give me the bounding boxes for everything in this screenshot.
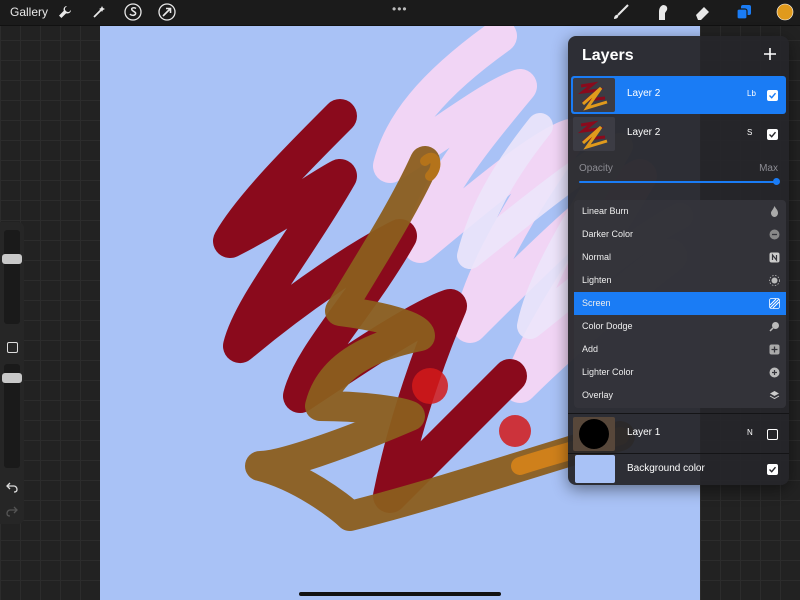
layer-thumbnail bbox=[573, 417, 615, 451]
drag-handle[interactable]: ••• bbox=[392, 2, 408, 16]
layer-blend-mode[interactable]: N bbox=[747, 428, 753, 437]
layer-blend-mode[interactable]: Lb bbox=[747, 89, 756, 98]
brush-size-knob[interactable] bbox=[2, 254, 22, 264]
blend-mode-item[interactable]: Darker Color bbox=[574, 223, 786, 246]
selection-icon[interactable] bbox=[124, 3, 142, 21]
blend-mode-item[interactable]: Linear Burn bbox=[574, 200, 786, 223]
layer-row[interactable]: Layer 2 Lb bbox=[571, 76, 786, 114]
blend-mode-item[interactable]: Lighten bbox=[574, 269, 786, 292]
sun-icon bbox=[769, 275, 780, 286]
blend-mode-label: Darker Color bbox=[582, 229, 634, 239]
blend-mode-item[interactable]: Lighter Color bbox=[574, 361, 786, 384]
layer-thumbnail bbox=[573, 78, 615, 112]
layers-icon[interactable] bbox=[735, 3, 753, 21]
top-toolbar: Gallery ••• bbox=[0, 0, 800, 26]
opacity-slider[interactable] bbox=[579, 181, 776, 183]
layer-name: Layer 2 bbox=[627, 127, 661, 138]
background-color-row[interactable]: Background color bbox=[571, 453, 786, 485]
opacity-knob[interactable] bbox=[2, 373, 22, 383]
layer-visibility-checkbox[interactable] bbox=[767, 129, 778, 140]
modify-button[interactable] bbox=[7, 342, 18, 353]
blend-mode-item[interactable]: Normal bbox=[574, 246, 786, 269]
layers-panel: Layers Layer 2 Lb Layer 2 S Opacity Max … bbox=[568, 36, 789, 485]
blend-mode-item[interactable]: Color Dodge bbox=[574, 315, 786, 338]
blend-mode-label: Color Dodge bbox=[582, 321, 633, 331]
brush-icon[interactable] bbox=[612, 3, 630, 21]
add-layer-icon[interactable] bbox=[761, 45, 779, 63]
layer-name: Layer 1 bbox=[627, 427, 661, 438]
blend-mode-list: Linear Burn Darker Color Normal Lighten … bbox=[574, 200, 786, 408]
undo-icon[interactable] bbox=[6, 480, 18, 493]
layer-thumbnail bbox=[573, 117, 615, 151]
wrench-icon[interactable] bbox=[56, 3, 74, 21]
blend-mode-label: Lighter Color bbox=[582, 367, 634, 377]
blend-mode-label: Linear Burn bbox=[582, 206, 629, 216]
opacity-value: Max bbox=[759, 163, 778, 174]
redo-icon[interactable] bbox=[6, 504, 18, 517]
home-indicator[interactable] bbox=[299, 592, 501, 596]
blend-mode-label: Normal bbox=[582, 252, 612, 262]
plus-circle-icon bbox=[769, 367, 780, 378]
layer-visibility-checkbox[interactable] bbox=[767, 90, 778, 101]
background-color-swatch[interactable] bbox=[575, 455, 615, 483]
blend-mode-label: Overlay bbox=[582, 390, 614, 400]
blend-mode-item[interactable]: Add bbox=[574, 338, 786, 361]
minus-circle-icon bbox=[769, 229, 780, 240]
opacity-label: Opacity bbox=[579, 163, 613, 174]
layer-name: Background color bbox=[627, 463, 705, 474]
layer-name: Layer 2 bbox=[627, 88, 661, 99]
layer-visibility-checkbox[interactable] bbox=[767, 464, 778, 475]
layers-stack-icon bbox=[769, 390, 780, 401]
magic-wand-icon[interactable] bbox=[90, 3, 108, 21]
gallery-button[interactable]: Gallery bbox=[10, 5, 48, 19]
brush-size-slider[interactable] bbox=[4, 230, 20, 324]
plus-square-icon bbox=[769, 344, 780, 355]
magnifier-icon bbox=[769, 321, 780, 332]
layers-title: Layers bbox=[582, 47, 634, 64]
opacity-slider-knob[interactable] bbox=[773, 178, 780, 185]
eraser-icon[interactable] bbox=[694, 3, 712, 21]
layer-row[interactable]: Layer 2 S bbox=[571, 115, 786, 153]
smudge-icon[interactable] bbox=[653, 3, 671, 21]
blend-mode-item-selected[interactable]: Screen bbox=[574, 292, 786, 315]
divider bbox=[568, 413, 789, 414]
blend-mode-label: Screen bbox=[582, 298, 611, 308]
layer-row[interactable]: Layer 1 N bbox=[571, 415, 786, 453]
layer-visibility-checkbox[interactable] bbox=[767, 429, 778, 440]
hatch-square-icon bbox=[769, 298, 780, 309]
blend-mode-label: Lighten bbox=[582, 275, 612, 285]
left-sidebar bbox=[0, 222, 24, 524]
blend-mode-label: Add bbox=[582, 344, 599, 354]
blend-mode-item[interactable]: Overlay bbox=[574, 384, 786, 407]
n-square-icon bbox=[769, 252, 780, 263]
flame-icon bbox=[769, 206, 780, 217]
color-swatch[interactable] bbox=[776, 3, 794, 21]
layer-blend-mode[interactable]: S bbox=[747, 128, 752, 137]
transform-arrow-icon[interactable] bbox=[158, 3, 176, 21]
